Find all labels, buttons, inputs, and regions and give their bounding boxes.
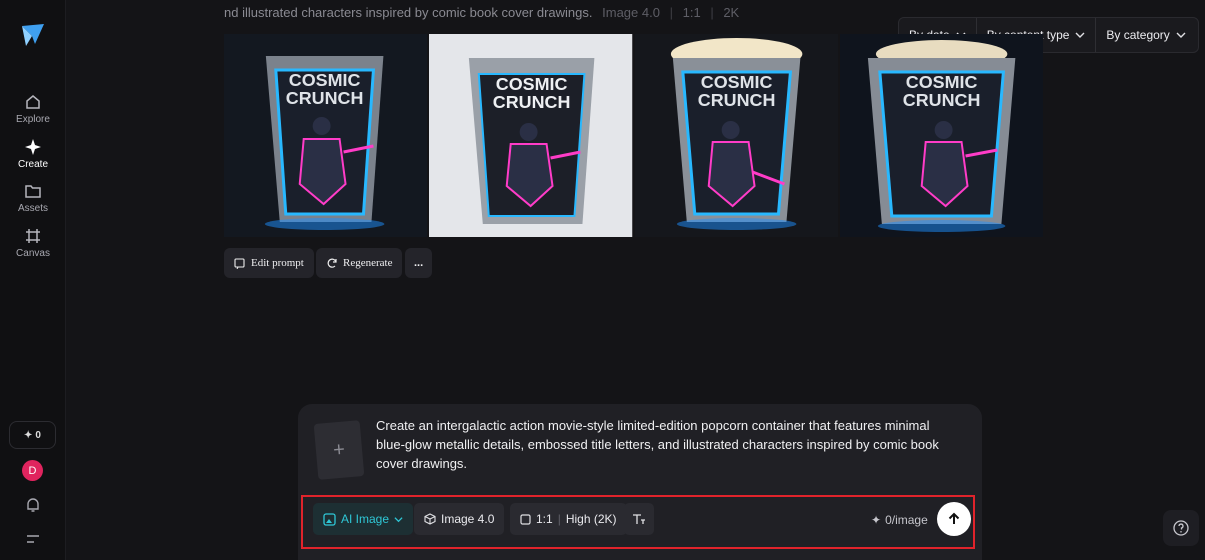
canvas-icon (26, 229, 40, 243)
prompt-input[interactable]: Create an intergalactic action movie-sty… (376, 416, 956, 473)
sidebar-item-label: Create (17, 159, 48, 170)
generate-button[interactable] (937, 502, 971, 536)
app-logo[interactable] (20, 22, 46, 48)
help-icon (1173, 520, 1189, 536)
text-style-button[interactable] (624, 503, 654, 535)
credits-count: 0 (35, 429, 41, 441)
generation-toolbar: AI Image Image 4.0 1:1 | High (2K) ✦ 0/i… (301, 495, 975, 549)
edit-prompt-label: Edit prompt (251, 257, 304, 269)
mode-label: AI Image (341, 512, 390, 526)
home-icon (26, 95, 40, 109)
bell-icon[interactable] (24, 496, 42, 514)
arrow-up-icon (948, 512, 960, 524)
sparkle-icon: ✦ (871, 513, 882, 527)
text-format-icon (633, 513, 645, 524)
separator: | (557, 512, 561, 526)
image-caption: CRUNCH (903, 90, 981, 110)
menu-icon[interactable] (24, 530, 42, 548)
previous-prompt-text: nd illustrated characters inspired by co… (224, 5, 593, 20)
filter-by-category[interactable]: By category (1095, 18, 1195, 52)
previous-prompt-model: Image 4.0 (602, 5, 660, 20)
sidebar-item-explore[interactable]: Explore (0, 93, 66, 125)
folder-icon (25, 185, 41, 198)
generated-image-4[interactable]: COSMIC CRUNCH (839, 34, 1043, 237)
avatar[interactable]: D (22, 460, 43, 481)
image-caption: CRUNCH (697, 90, 775, 110)
upload-reference-button[interactable]: + (313, 420, 365, 480)
regenerate-label: Regenerate (343, 257, 393, 269)
sidebar-item-label: Explore (16, 114, 50, 125)
generated-images: COSMIC CRUNCH COSMIC CRUNCH COSMIC CRUNC (224, 34, 1043, 237)
quality-label: High (2K) (565, 512, 617, 526)
refresh-icon (327, 258, 337, 268)
ratio-label: 1:1 (536, 512, 553, 526)
cube-icon (424, 513, 436, 525)
separator: | (669, 5, 673, 20)
sidebar-item-create[interactable]: Create (0, 138, 66, 170)
chevron-down-icon (1075, 32, 1085, 38)
image-icon (323, 512, 336, 526)
image-caption: CRUNCH (286, 88, 364, 108)
sparkle-icon (25, 139, 41, 155)
generated-image-3[interactable]: COSMIC CRUNCH (634, 34, 838, 237)
regenerate-button[interactable]: Regenerate (316, 248, 403, 278)
sidebar-item-label: Assets (17, 203, 48, 214)
generated-image-2[interactable]: COSMIC CRUNCH (429, 34, 633, 237)
previous-prompt-resolution: 2K (723, 5, 740, 20)
mode-select[interactable]: AI Image (313, 503, 414, 535)
generation-cost: ✦ 0/image (871, 513, 928, 527)
ratio-quality-select[interactable]: 1:1 | High (2K) (510, 503, 627, 535)
model-label: Image 4.0 (441, 512, 495, 526)
sidebar: Explore Create Assets Canvas ✦ 0 D (0, 0, 66, 560)
generated-image-1[interactable]: COSMIC CRUNCH (224, 34, 428, 237)
edit-icon (234, 258, 245, 269)
sparkle-icon: ✦ (24, 429, 33, 441)
credits-badge[interactable]: ✦ 0 (9, 421, 56, 449)
sidebar-item-assets[interactable]: Assets (0, 182, 66, 214)
plus-icon: + (332, 438, 346, 461)
sidebar-item-label: Canvas (16, 248, 50, 259)
image-caption: CRUNCH (493, 92, 571, 112)
filter-label: By category (1106, 28, 1170, 42)
sidebar-item-canvas[interactable]: Canvas (0, 227, 66, 259)
chevron-down-icon (1176, 32, 1186, 38)
edit-prompt-button[interactable]: Edit prompt (224, 248, 314, 278)
model-select[interactable]: Image 4.0 (414, 503, 505, 535)
more-options-button[interactable]: ... (405, 248, 433, 278)
help-button[interactable] (1163, 510, 1199, 546)
more-icon: ... (414, 257, 424, 269)
separator: | (710, 5, 714, 20)
previous-prompt: nd illustrated characters inspired by co… (224, 5, 739, 20)
square-icon (520, 513, 531, 525)
previous-prompt-ratio: 1:1 (682, 5, 701, 20)
cost-label: 0/image (885, 513, 928, 527)
chevron-down-icon (394, 516, 403, 522)
